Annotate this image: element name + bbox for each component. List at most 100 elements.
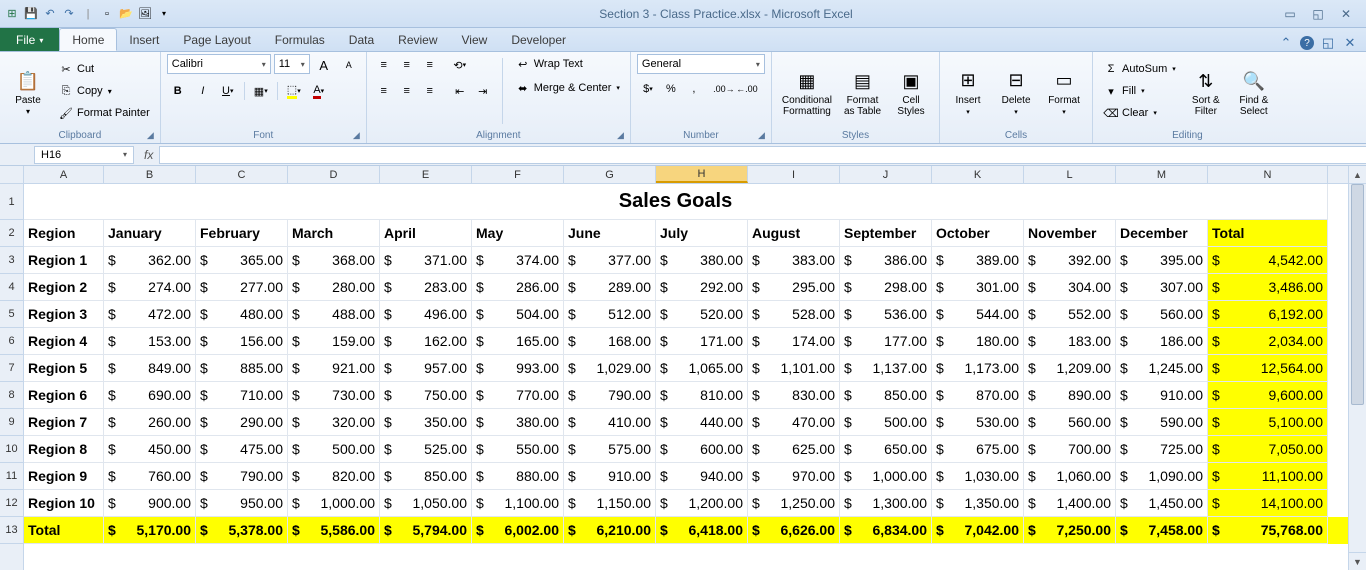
data-cell[interactable]: $690.00 [104,382,196,409]
column-header-D[interactable]: D [288,166,380,183]
data-cell[interactable]: $371.00 [380,247,472,274]
data-cell[interactable]: $6,002.00 [472,517,564,544]
data-cell[interactable]: $880.00 [472,463,564,490]
region-cell[interactable]: Region 1 [24,247,104,274]
data-cell[interactable]: $14,100.00 [1208,490,1328,517]
region-cell[interactable]: Region 10 [24,490,104,517]
name-box[interactable]: H16▾ [34,146,134,164]
tab-view[interactable]: View [450,28,500,51]
data-cell[interactable]: $7,050.00 [1208,436,1328,463]
percent-button[interactable]: % [660,78,682,100]
data-cell[interactable]: $590.00 [1116,409,1208,436]
tab-insert[interactable]: Insert [117,28,171,51]
undo-icon[interactable]: ↶ [42,6,58,22]
data-cell[interactable]: $544.00 [932,301,1024,328]
find-select-button[interactable]: 🔍Find & Select [1232,54,1276,128]
cut-button[interactable]: ✂Cut [54,59,154,79]
data-cell[interactable]: $277.00 [196,274,288,301]
format-painter-button[interactable]: 🖌Format Painter [54,103,154,123]
data-cell[interactable]: $885.00 [196,355,288,382]
excel-icon[interactable]: ⊞ [4,6,20,22]
data-cell[interactable]: $75,768.00 [1208,517,1328,544]
data-cell[interactable]: $849.00 [104,355,196,382]
data-cell[interactable]: $380.00 [656,247,748,274]
data-cell[interactable]: $970.00 [748,463,840,490]
clear-button[interactable]: ⌫Clear▾ [1099,103,1180,123]
comma-button[interactable]: , [683,78,705,100]
data-cell[interactable]: $820.00 [288,463,380,490]
fx-icon[interactable]: fx [144,148,153,162]
fill-color-button[interactable]: ⬚▾ [283,80,305,102]
tab-page-layout[interactable]: Page Layout [171,28,262,51]
data-cell[interactable]: $650.00 [840,436,932,463]
column-header-cell[interactable]: November [1024,220,1116,247]
paste-button[interactable]: 📋 Paste▾ [6,54,50,128]
data-cell[interactable]: $910.00 [1116,382,1208,409]
data-cell[interactable]: $560.00 [1024,409,1116,436]
formula-input[interactable] [159,146,1366,164]
data-cell[interactable]: $512.00 [564,301,656,328]
borders-button[interactable]: ▦▾ [250,80,272,102]
data-cell[interactable]: $386.00 [840,247,932,274]
data-cell[interactable]: $1,030.00 [932,463,1024,490]
data-cell[interactable]: $156.00 [196,328,288,355]
data-cell[interactable]: $290.00 [196,409,288,436]
column-header-cell[interactable]: March [288,220,380,247]
column-header-I[interactable]: I [748,166,840,183]
align-right-button[interactable]: ≡ [419,80,441,102]
data-cell[interactable]: $440.00 [656,409,748,436]
grow-font-button[interactable]: A [313,54,335,76]
data-cell[interactable]: $890.00 [1024,382,1116,409]
data-cell[interactable]: $5,378.00 [196,517,288,544]
data-cell[interactable]: $525.00 [380,436,472,463]
data-cell[interactable]: $274.00 [104,274,196,301]
data-cell[interactable]: $410.00 [564,409,656,436]
data-cell[interactable]: $940.00 [656,463,748,490]
column-header-N[interactable]: N [1208,166,1328,183]
save-icon[interactable]: 💾 [23,6,39,22]
close-workbook-icon[interactable]: ✕ [1342,35,1358,51]
format-as-table-button[interactable]: ▤Format as Table [840,54,885,128]
data-cell[interactable]: $183.00 [1024,328,1116,355]
region-cell[interactable]: Region 4 [24,328,104,355]
data-cell[interactable]: $950.00 [196,490,288,517]
data-cell[interactable]: $600.00 [656,436,748,463]
font-color-button[interactable]: A▾ [308,80,330,102]
data-cell[interactable]: $850.00 [380,463,472,490]
data-cell[interactable]: $362.00 [104,247,196,274]
data-cell[interactable]: $168.00 [564,328,656,355]
data-cell[interactable]: $6,210.00 [564,517,656,544]
data-cell[interactable]: $750.00 [380,382,472,409]
data-cell[interactable]: $307.00 [1116,274,1208,301]
maximize-icon[interactable]: ◱ [1308,6,1328,22]
data-cell[interactable]: $560.00 [1116,301,1208,328]
data-cell[interactable]: $186.00 [1116,328,1208,355]
column-header-cell[interactable]: September [840,220,932,247]
column-header-cell[interactable]: Region [24,220,104,247]
column-header-cell[interactable]: December [1116,220,1208,247]
column-header-cell[interactable]: Total [1208,220,1328,247]
data-cell[interactable]: $9,600.00 [1208,382,1328,409]
data-cell[interactable]: $1,000.00 [288,490,380,517]
data-cell[interactable]: $625.00 [748,436,840,463]
data-cell[interactable]: $790.00 [196,463,288,490]
data-cell[interactable]: $1,245.00 [1116,355,1208,382]
total-label-cell[interactable]: Total [24,517,104,544]
data-cell[interactable]: $180.00 [932,328,1024,355]
select-all-corner[interactable] [0,166,23,184]
column-header-L[interactable]: L [1024,166,1116,183]
data-cell[interactable]: $389.00 [932,247,1024,274]
data-cell[interactable]: $280.00 [288,274,380,301]
column-header-A[interactable]: A [24,166,104,183]
data-cell[interactable]: $1,029.00 [564,355,656,382]
data-cell[interactable]: $374.00 [472,247,564,274]
font-size-select[interactable]: 11▾ [274,54,310,74]
column-header-C[interactable]: C [196,166,288,183]
scroll-up-icon[interactable]: ▲ [1349,166,1366,184]
data-cell[interactable]: $1,450.00 [1116,490,1208,517]
insert-cells-button[interactable]: ⊞Insert▾ [946,54,990,128]
format-cells-button[interactable]: ▭Format▾ [1042,54,1086,128]
data-cell[interactable]: $350.00 [380,409,472,436]
row-header-4[interactable]: 4 [0,274,23,301]
increase-indent-button[interactable]: ⇥ [472,80,494,102]
